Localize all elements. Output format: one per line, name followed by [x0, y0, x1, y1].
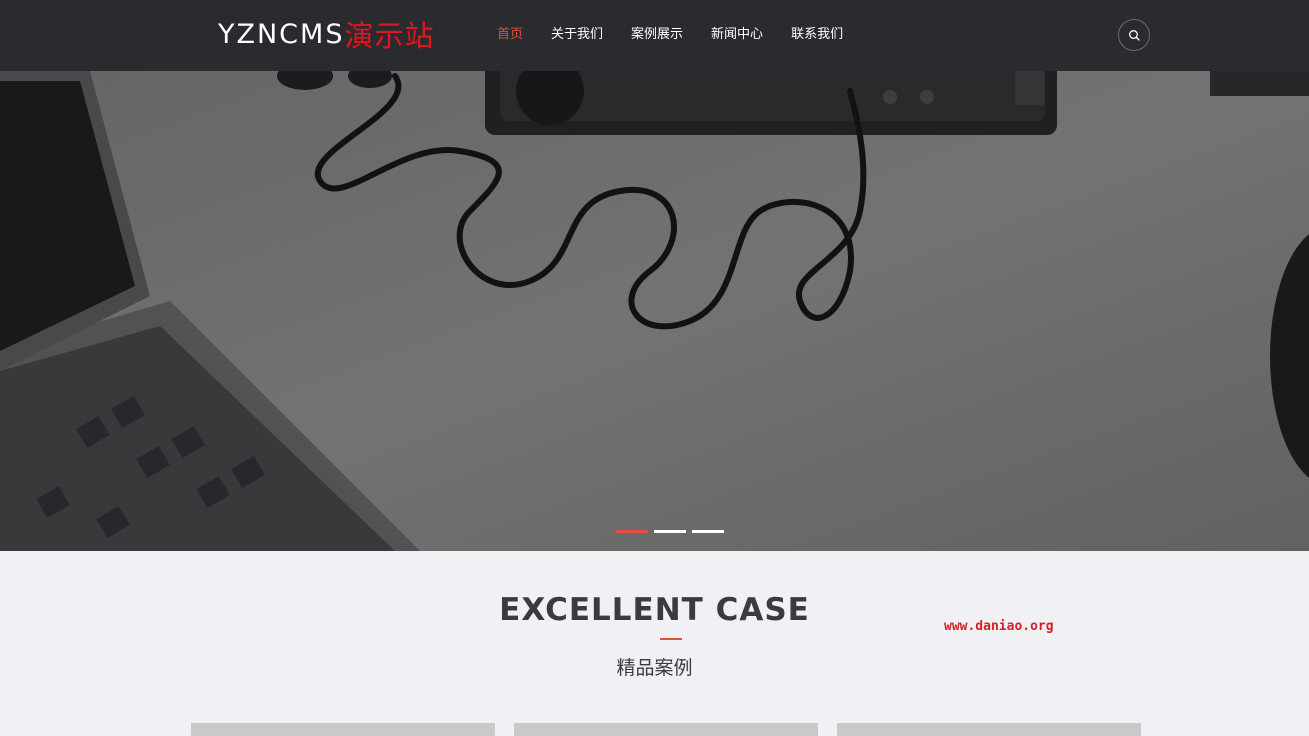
slider-dot-1[interactable]: [616, 530, 648, 533]
nav-item-news[interactable]: 新闻中心: [711, 23, 763, 47]
search-icon: [1128, 29, 1140, 41]
title-underline: [660, 638, 682, 640]
nav-item-cases[interactable]: 案例展示: [631, 23, 683, 47]
section-title: EXCELLENT CASE: [499, 592, 810, 628]
hero-banner: [0, 71, 1309, 551]
slider-dot-2[interactable]: [654, 530, 686, 533]
site-logo[interactable]: YZNCMS 演示站: [218, 14, 435, 54]
nav-item-contact[interactable]: 联系我们: [791, 23, 843, 47]
slider-pagination: [616, 530, 724, 533]
banner-image: [0, 71, 1309, 551]
search-button[interactable]: [1118, 19, 1150, 51]
case-card[interactable]: [514, 723, 818, 736]
nav-item-about[interactable]: 关于我们: [551, 23, 603, 47]
section-subtitle: 精品案例: [616, 657, 693, 679]
slider-dot-3[interactable]: [692, 530, 724, 533]
site-header: YZNCMS 演示站 首页 关于我们 案例展示 新闻中心 联系我们: [0, 0, 1309, 71]
logo-text-cjk: 演示站: [344, 19, 435, 53]
case-card[interactable]: [191, 723, 495, 736]
logo-text-latin: YZNCMS: [218, 18, 345, 50]
nav-item-home[interactable]: 首页: [497, 23, 523, 47]
case-card[interactable]: [837, 723, 1141, 736]
watermark-text: www.daniao.org: [944, 619, 1054, 634]
main-nav: 首页 关于我们 案例展示 新闻中心 联系我们: [497, 23, 871, 47]
